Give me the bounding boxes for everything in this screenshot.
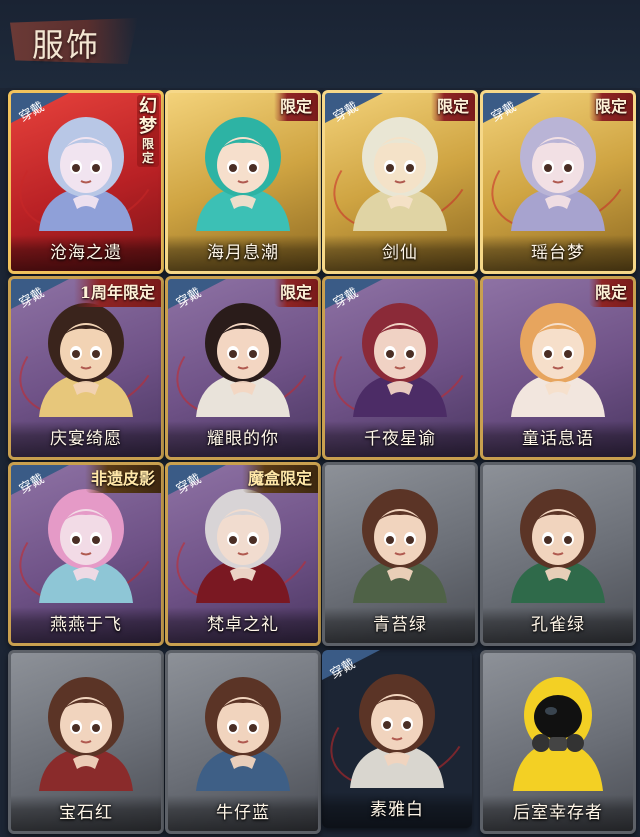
costume-name: 青苔绿 <box>373 615 427 635</box>
lavender-hair-portrait <box>493 107 623 231</box>
limited-tag: 1周年限定 <box>73 279 161 307</box>
costume-name: 素雅白 <box>370 800 424 820</box>
costume-card[interactable]: 孔雀绿 <box>480 462 636 646</box>
girl-denim-portrait <box>178 667 308 791</box>
limited-tag: 非遗皮影 <box>84 465 161 493</box>
costume-card[interactable]: 限定 穿戴 耀眼的你 <box>165 276 321 460</box>
costume-card[interactable]: 穿戴 素雅白 <box>322 650 472 828</box>
costume-card[interactable]: 穿戴 千夜星谕 <box>322 276 478 460</box>
costume-card[interactable]: 魔盒限定 穿戴 梵卓之礼 <box>165 462 321 646</box>
costume-card[interactable]: 青苔绿 <box>322 462 478 646</box>
costume-name: 瑶台梦 <box>531 243 585 263</box>
costume-card[interactable]: 限定 穿戴 瑶台梦 <box>480 90 636 274</box>
costume-name: 童话息语 <box>522 429 594 449</box>
witch-hat-portrait <box>335 293 465 417</box>
red-bow-portrait <box>493 293 623 417</box>
limited-tag: 限定 <box>588 279 633 307</box>
costume-card[interactable]: 牛仔蓝 <box>165 650 321 834</box>
costume-card[interactable]: 限定童话息语 <box>480 276 636 460</box>
pink-hair-portrait <box>21 479 151 603</box>
costume-grid: 幻梦 限定 穿戴 沧海之遗 限定 海月息潮 限定 穿戴 剑仙 限定 穿戴 瑶台梦… <box>0 88 640 837</box>
hazmat-gasmask-portrait <box>493 667 623 791</box>
costume-name: 后室幸存者 <box>513 803 603 823</box>
costume-card[interactable]: 非遗皮影 穿戴 燕燕于飞 <box>8 462 164 646</box>
limited-tag: 限定 <box>273 279 318 307</box>
costume-card[interactable]: 限定 穿戴 剑仙 <box>322 90 478 274</box>
costume-card[interactable]: 宝石红 <box>8 650 164 834</box>
limited-tag: 限定 <box>430 93 475 121</box>
costume-card[interactable]: 幻梦 限定 穿戴 沧海之遗 <box>8 90 164 274</box>
page-title: 服饰 <box>32 26 101 64</box>
costume-card[interactable]: 1周年限定 穿戴 庆宴绮愿 <box>8 276 164 460</box>
vampire-portrait <box>178 479 308 603</box>
costume-name: 千夜星谕 <box>364 429 436 449</box>
costume-name: 耀眼的你 <box>207 429 279 449</box>
cowboy-hat-portrait <box>178 293 308 417</box>
header: 服饰 <box>0 0 640 88</box>
costume-name: 庆宴绮愿 <box>50 429 122 449</box>
girl-peacock-portrait <box>493 479 623 603</box>
girl-white-portrait <box>332 664 462 788</box>
limited-tag: 限定 <box>273 93 318 121</box>
limited-tag: 限定 <box>588 93 633 121</box>
tag-main-label: 幻梦 <box>139 96 157 137</box>
girl-green-portrait <box>335 479 465 603</box>
costume-name: 沧海之遗 <box>50 243 122 263</box>
costume-card[interactable]: 后室幸存者 <box>480 650 636 834</box>
costume-name: 梵卓之礼 <box>207 615 279 635</box>
silver-hair-portrait <box>335 107 465 231</box>
dreamy-hair-portrait <box>21 107 151 231</box>
costume-card[interactable]: 限定海月息潮 <box>165 90 321 274</box>
limited-tag: 幻梦 限定 <box>137 95 159 167</box>
girl-red-portrait <box>21 667 151 791</box>
costume-name: 孔雀绿 <box>531 615 585 635</box>
costume-name: 剑仙 <box>382 243 418 263</box>
teal-hair-crown-portrait <box>178 107 308 231</box>
costume-name: 海月息潮 <box>207 243 279 263</box>
limited-tag: 魔盒限定 <box>241 465 318 493</box>
costume-name: 燕燕于飞 <box>50 615 122 635</box>
tag-sub-label: 限定 <box>141 137 154 165</box>
costume-name: 牛仔蓝 <box>216 803 270 823</box>
cake-portrait <box>21 293 151 417</box>
costume-name: 宝石红 <box>59 803 113 823</box>
